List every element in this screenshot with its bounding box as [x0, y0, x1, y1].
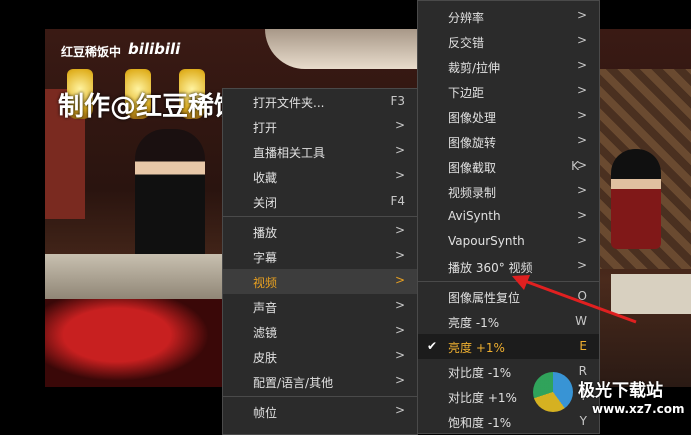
site-url: www.xz7.com — [592, 402, 685, 416]
arrow-line — [521, 278, 637, 324]
site-name: 极光下载站 — [578, 381, 663, 401]
site-logo-icon — [533, 372, 573, 412]
annotation-arrow — [512, 275, 637, 324]
